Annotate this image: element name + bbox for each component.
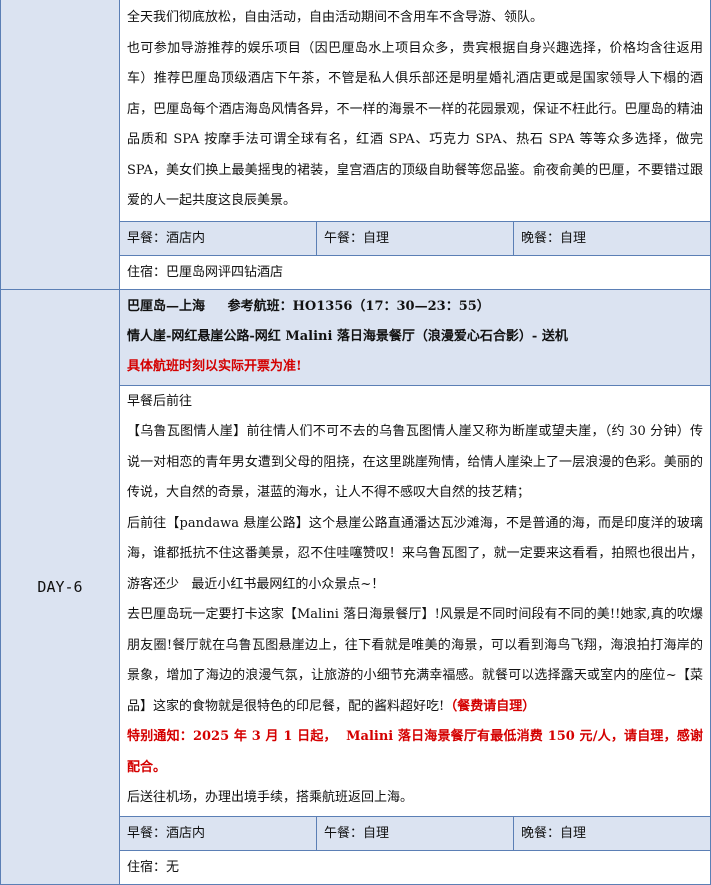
flight-note: 具体航班时刻以实际开票为准! [127,358,302,374]
dinner-cell: 晚餐：自理 [521,825,587,841]
day5-row: 全天我们彻底放松，自由活动，自由活动期间不含用车不含导游、领队。 也可参加导游推… [0,0,711,290]
day6-paragraph: 【乌鲁瓦图情人崖】前往情人们不可不去的乌鲁瓦图情人崖又称为断崖或望夫崖，（约 3… [127,424,703,500]
highlights-line: 情人崖-网红悬崖公路-网红 Malini 落日海景餐厅（浪漫爱心石合影）- 送机 [127,328,568,344]
day5-paragraph: 全天我们彻底放松，自由活动，自由活动期间不含用车不含导游、领队。 [127,10,544,25]
day6-paragraph: 去巴厘岛玩一定要打卡这家【Malini 落日海景餐厅】!风景是不同时间段有不同的… [127,600,703,722]
route-line: 巴厘岛—上海 参考航班：HO1356（17：30—23：55） [127,298,490,314]
lunch-cell: 午餐：自理 [317,221,514,255]
day6-description: 早餐后前往 【乌鲁瓦图情人崖】前往情人们不可不去的乌鲁瓦图情人崖又称为断崖或望夫… [120,386,710,817]
itinerary-table: 全天我们彻底放松，自由活动，自由活动期间不含用车不含导游、领队。 也可参加导游推… [0,0,711,885]
malini-text: 去巴厘岛玩一定要打卡这家【Malini 落日海景餐厅】!风景是不同时间段有不同的… [127,607,703,714]
lunch-cell: 午餐：自理 [317,816,514,850]
day6-meals: 早餐：酒店内 午餐：自理 晚餐：自理 [120,816,710,851]
day6-header: 巴厘岛—上海 参考航班：HO1356（17：30—23：55） 情人崖-网红悬崖… [120,289,710,386]
special-notice: 特别通知：2025 年 3 月 1 日起， Malini 落日海景餐厅有最低消费… [127,729,703,775]
day6-lodging: 住宿：无 [127,859,180,875]
day5-paragraph: 也可参加导游推荐的娱乐项目（因巴厘岛水上项目众多，贵宾根据自身兴趣选择，价格均含… [127,40,703,209]
day5-meals: 早餐：酒店内 午餐：自理 晚餐：自理 [120,221,710,256]
day6-label-cell: DAY-6 [0,288,120,885]
day5-lodging: 住宿：巴厘岛网评四钻酒店 [127,264,284,280]
day6-content-cell: 巴厘岛—上海 参考航班：HO1356（17：30—23：55） 情人崖-网红悬崖… [119,288,711,885]
day5-content-cell: 全天我们彻底放松，自由活动，自由活动期间不含用车不含导游、领队。 也可参加导游推… [119,0,711,290]
day6-paragraph: 后前往【pandawa 悬崖公路】这个悬崖公路直通潘达瓦沙滩海，不是普通的海，而… [127,515,703,592]
day5-label-cell [0,0,120,290]
dinner-cell: 晚餐：自理 [521,230,587,246]
day6-paragraph: 后送往机场，办理出境手续，搭乘航班返回上海。 [127,790,414,805]
day-label: DAY-6 [37,577,83,596]
day6-paragraph: 早餐后前往 [127,393,193,409]
meal-fee-note: （餐费请自理） [444,698,536,714]
breakfast-cell: 早餐：酒店内 [120,221,317,255]
breakfast-cell: 早餐：酒店内 [120,816,317,850]
day5-description: 全天我们彻底放松，自由活动，自由活动期间不含用车不含导游、领队。 也可参加导游推… [120,0,710,222]
day6-row: DAY-6 巴厘岛—上海 参考航班：HO1356（17：30—23：55） 情人… [0,288,711,885]
